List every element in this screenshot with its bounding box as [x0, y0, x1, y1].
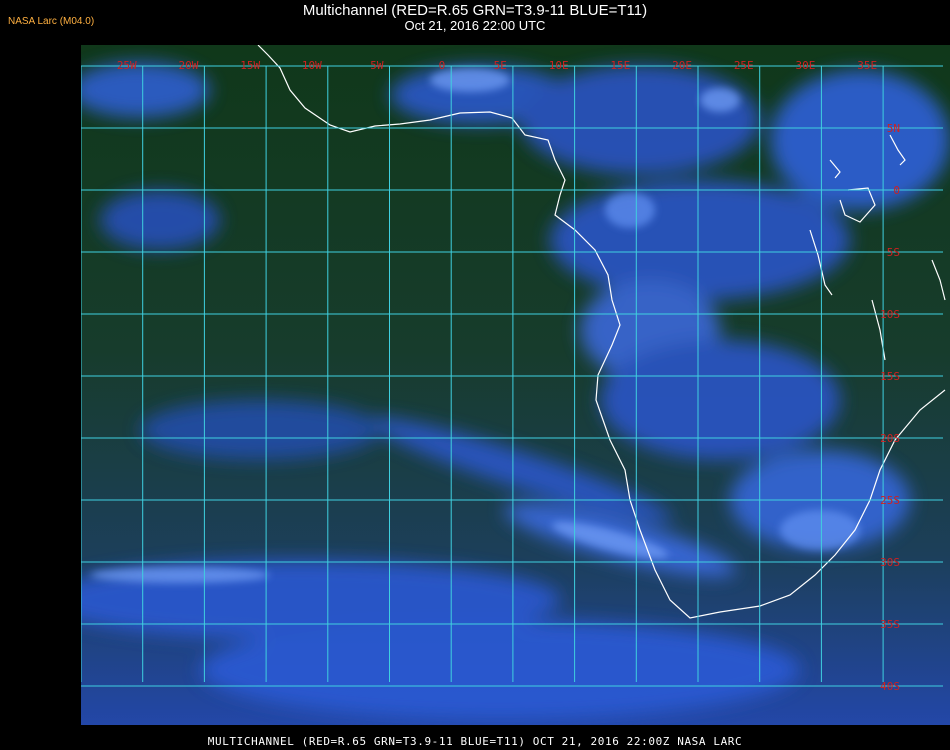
longitude-label: 30E: [796, 59, 816, 72]
latitude-label: 10S: [880, 308, 900, 321]
longitude-label: 15W: [240, 59, 260, 72]
satellite-image-viewer: Multichannel (RED=R.65 GRN=T3.9-11 BLUE=…: [0, 0, 950, 750]
longitude-label: 25W: [117, 59, 137, 72]
latitude-label: 40S: [880, 680, 900, 693]
longitude-label: 0: [439, 59, 446, 72]
latitude-label: 5N: [887, 122, 900, 135]
longitude-label: 10E: [549, 59, 569, 72]
latitude-label: 35S: [880, 618, 900, 631]
latitude-label: 15S: [880, 370, 900, 383]
latitude-label: 30S: [880, 556, 900, 569]
latitude-label: 5S: [887, 246, 900, 259]
satellite-map: 25W 20W 15W 10W 5W 0 5E 10E 15E 20E 25E 30E 35E 5N 0 5S…: [81, 45, 950, 725]
longitude-label: 25E: [734, 59, 754, 72]
latitude-label: 20S: [880, 432, 900, 445]
longitude-label: 20E: [672, 59, 692, 72]
latitude-label: 0: [893, 184, 900, 197]
longitude-label: 15E: [610, 59, 630, 72]
longitude-label: 5W: [370, 59, 384, 72]
longitude-label: 35E: [857, 59, 877, 72]
footer-caption: MULTICHANNEL (RED=R.65 GRN=T3.9-11 BLUE=…: [207, 735, 743, 748]
longitude-label: 20W: [179, 59, 199, 72]
latitude-label: 25S: [880, 494, 900, 507]
longitude-label: 10W: [302, 59, 322, 72]
longitude-label: 5E: [494, 59, 507, 72]
